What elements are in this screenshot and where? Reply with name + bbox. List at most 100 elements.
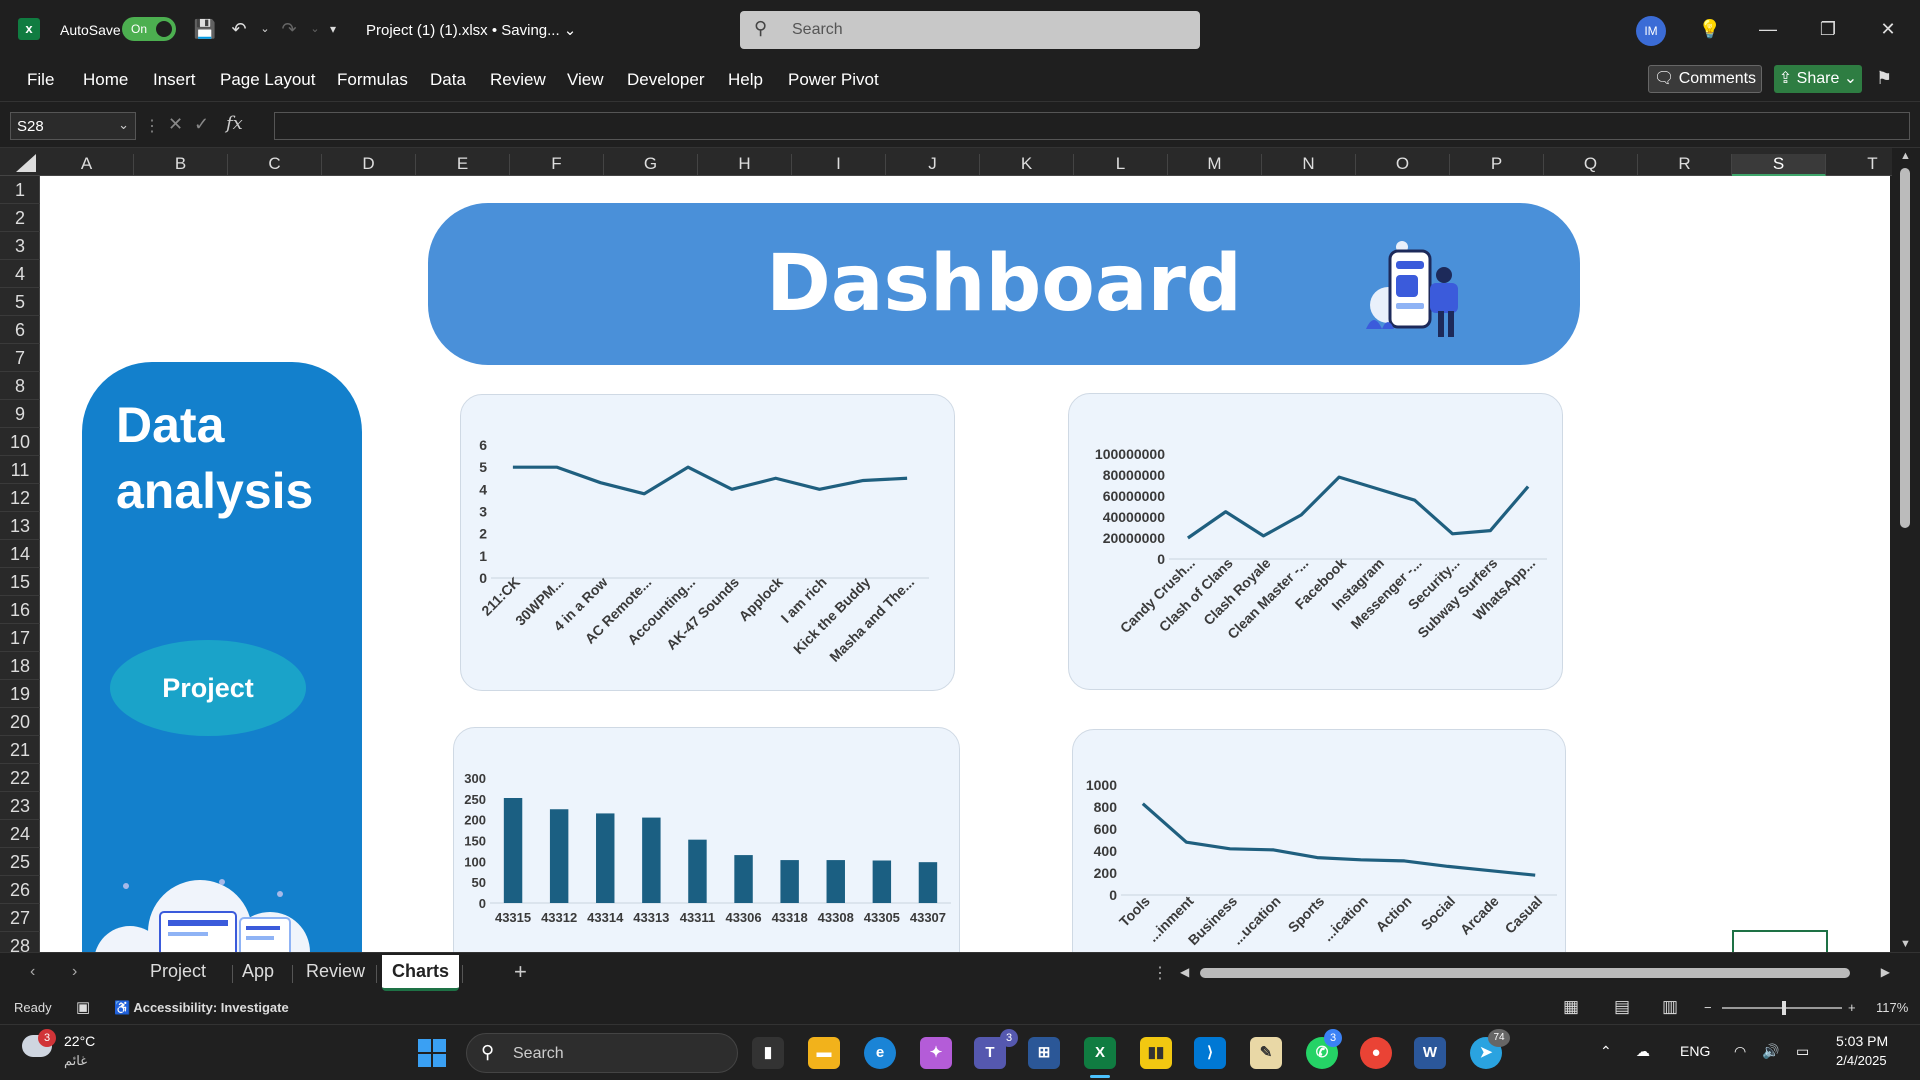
chart-card-installs[interactable]: 0 20000000 40000000 60000000 80000000 1000000… — [1068, 393, 1563, 690]
weather-temp[interactable]: 22°C — [64, 1033, 95, 1049]
next-sheet-icon[interactable]: › — [72, 963, 77, 981]
menu-view[interactable]: View — [567, 70, 604, 90]
row-header-14[interactable]: 14 — [0, 540, 40, 568]
sheet-tab-charts[interactable]: Charts — [382, 955, 460, 991]
row-header-15[interactable]: 15 — [0, 568, 40, 596]
column-header-p[interactable]: P — [1450, 154, 1544, 176]
column-header-b[interactable]: B — [134, 154, 228, 176]
row-header-10[interactable]: 10 — [0, 428, 40, 456]
row-header-26[interactable]: 26 — [0, 876, 40, 904]
minimize-icon[interactable]: — — [1748, 14, 1788, 44]
share-button[interactable]: ⇪ Share ⌄ — [1774, 65, 1862, 93]
cancel-icon[interactable]: ✕ — [168, 114, 183, 135]
row-header-21[interactable]: 21 — [0, 736, 40, 764]
column-header-o[interactable]: O — [1356, 154, 1450, 176]
column-header-m[interactable]: M — [1168, 154, 1262, 176]
formula-input[interactable] — [274, 112, 1910, 140]
sheet-tab-project[interactable]: Project — [140, 961, 216, 982]
column-header-k[interactable]: K — [980, 154, 1074, 176]
customize-qat-icon[interactable]: ▾ — [320, 16, 346, 42]
column-header-a[interactable]: A — [40, 154, 134, 176]
menu-page-layout[interactable]: Page Layout — [220, 70, 315, 90]
paint-icon[interactable]: ✎ — [1250, 1037, 1282, 1069]
clock-date[interactable]: 2/4/2025 — [1836, 1053, 1887, 1068]
enter-icon[interactable]: ✓ — [194, 114, 209, 135]
add-sheet-icon[interactable]: + — [514, 959, 527, 985]
row-header-1[interactable]: 1 — [0, 176, 40, 204]
more-options-icon[interactable]: ⋮ — [144, 116, 160, 136]
prev-sheet-icon[interactable]: ‹ — [30, 963, 35, 981]
worksheet[interactable]: Dashboard Data analysis Project 0 1 2 3 … — [40, 176, 1890, 952]
row-header-9[interactable]: 9 — [0, 400, 40, 428]
column-header-c[interactable]: C — [228, 154, 322, 176]
menu-home[interactable]: Home — [83, 70, 128, 90]
sheet-tab-review[interactable]: Review — [296, 961, 375, 982]
row-header-3[interactable]: 3 — [0, 232, 40, 260]
vertical-scroll-thumb[interactable] — [1900, 168, 1910, 528]
zoom-out-icon[interactable]: − — [1704, 1000, 1712, 1015]
selected-cell-s28[interactable] — [1732, 930, 1828, 952]
row-header-27[interactable]: 27 — [0, 904, 40, 932]
zoom-level[interactable]: 117% — [1876, 1000, 1908, 1015]
row-header-5[interactable]: 5 — [0, 288, 40, 316]
column-header-q[interactable]: Q — [1544, 154, 1638, 176]
column-header-e[interactable]: E — [416, 154, 510, 176]
menu-insert[interactable]: Insert — [153, 70, 196, 90]
row-header-8[interactable]: 8 — [0, 372, 40, 400]
undo-icon[interactable]: ↶ — [226, 16, 252, 42]
scroll-right-icon[interactable]: ▶ — [1881, 965, 1890, 979]
macro-record-icon[interactable]: ▣ — [76, 998, 90, 1016]
lightbulb-icon[interactable]: 💡 — [1690, 14, 1730, 44]
page-layout-view-icon[interactable]: ▤ — [1614, 997, 1630, 1017]
zoom-slider[interactable] — [1722, 1001, 1842, 1015]
undo-dropdown-icon[interactable]: ⌄ — [252, 16, 278, 42]
chevron-up-icon[interactable]: ⌃ — [1600, 1043, 1612, 1060]
row-header-17[interactable]: 17 — [0, 624, 40, 652]
menu-developer[interactable]: Developer — [627, 70, 705, 90]
sheet-tab-app[interactable]: App — [232, 961, 284, 982]
volume-icon[interactable]: 🔊 — [1762, 1043, 1779, 1060]
column-header-f[interactable]: F — [510, 154, 604, 176]
redo-icon[interactable]: ↷ — [276, 16, 302, 42]
edge-icon[interactable]: e — [864, 1037, 896, 1069]
vscode-icon[interactable]: ⟩ — [1194, 1037, 1226, 1069]
row-header-4[interactable]: 4 — [0, 260, 40, 288]
zoom-slider-knob[interactable] — [1782, 1001, 1786, 1015]
normal-view-icon[interactable]: ▦ — [1563, 997, 1579, 1017]
zoom-in-icon[interactable]: + — [1848, 1000, 1856, 1015]
row-header-24[interactable]: 24 — [0, 820, 40, 848]
scroll-left-icon[interactable]: ◀ — [1180, 965, 1189, 979]
row-header-18[interactable]: 18 — [0, 652, 40, 680]
column-header-n[interactable]: N — [1262, 154, 1356, 176]
row-header-6[interactable]: 6 — [0, 316, 40, 344]
page-break-view-icon[interactable]: ▥ — [1662, 997, 1678, 1017]
name-box[interactable]: S28 ⌄ — [10, 112, 136, 140]
chrome-icon[interactable]: ● — [1360, 1037, 1392, 1069]
document-title[interactable]: Project (1) (1).xlsx • Saving... ⌄ — [366, 21, 576, 39]
accessibility-status[interactable]: ♿ Accessibility: Investigate — [114, 1000, 289, 1016]
menu-formulas[interactable]: Formulas — [337, 70, 408, 90]
scroll-down-icon[interactable]: ▼ — [1900, 938, 1911, 950]
menu-power-pivot[interactable]: Power Pivot — [788, 70, 879, 90]
excel-icon[interactable]: X — [1084, 1037, 1116, 1069]
menu-review[interactable]: Review — [490, 70, 546, 90]
language-indicator[interactable]: ENG — [1680, 1043, 1710, 1059]
save-icon[interactable]: 💾 — [192, 16, 218, 42]
row-header-7[interactable]: 7 — [0, 344, 40, 372]
horizontal-scrollbar[interactable]: ◀ ▶ — [1180, 965, 1890, 981]
row-header-20[interactable]: 20 — [0, 708, 40, 736]
store-icon[interactable]: ⊞ — [1028, 1037, 1060, 1069]
taskbar-search[interactable]: ⚲ Search — [466, 1033, 738, 1073]
row-header-13[interactable]: 13 — [0, 512, 40, 540]
file-explorer-icon[interactable]: ▬ — [808, 1037, 840, 1069]
project-button[interactable]: Project — [110, 640, 306, 736]
column-header-h[interactable]: H — [698, 154, 792, 176]
horizontal-scroll-thumb[interactable] — [1200, 968, 1850, 978]
row-header-16[interactable]: 16 — [0, 596, 40, 624]
menu-help[interactable]: Help — [728, 70, 763, 90]
autosave-toggle[interactable]: On — [122, 17, 176, 41]
insert-function-icon[interactable]: fx — [226, 113, 243, 134]
vertical-scrollbar[interactable]: ▲ ▼ — [1892, 148, 1920, 952]
menu-file[interactable]: File — [27, 70, 54, 90]
clock-time[interactable]: 5:03 PM — [1836, 1033, 1888, 1049]
